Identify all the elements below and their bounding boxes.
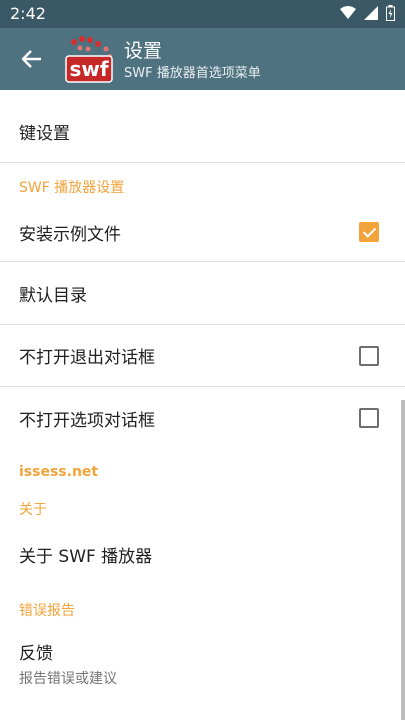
pref-about-swf[interactable]: 关于 SWF 播放器: [0, 529, 405, 579]
pref-key-settings[interactable]: 键设置: [0, 100, 405, 163]
swf-logo-icon: swf: [65, 36, 113, 83]
pref-feedback[interactable]: 反馈 报告错误或建议: [0, 631, 405, 695]
logo-text: swf: [69, 57, 108, 81]
battery-icon: [386, 5, 395, 21]
no-exit-dialog-checkbox[interactable]: [359, 345, 379, 366]
pref-no-options-dialog[interactable]: 不打开选项对话框: [0, 387, 405, 449]
status-time: 2:42: [10, 4, 46, 23]
category-swf-settings: SWF 播放器设置: [0, 163, 405, 203]
pref-key-settings-label: 键设置: [19, 123, 70, 144]
list-top-spacer: [0, 90, 405, 100]
pref-about-swf-label: 关于 SWF 播放器: [19, 546, 153, 567]
status-bar: 2:42: [0, 0, 405, 28]
pref-default-dir-label: 默认目录: [19, 285, 87, 306]
category-error-report-label: 错误报告: [19, 603, 75, 619]
pref-feedback-summary: 报告错误或建议: [19, 670, 117, 687]
category-swf-settings-label: SWF 播放器设置: [19, 180, 125, 196]
pref-default-dir[interactable]: 默认目录: [0, 262, 405, 325]
pref-no-exit-dialog[interactable]: 不打开退出对话框: [0, 325, 405, 387]
pref-install-samples[interactable]: 安装示例文件: [0, 203, 405, 262]
no-options-dialog-checkbox[interactable]: [359, 408, 379, 428]
category-about: 关于: [0, 489, 405, 529]
link-issess-label: issess.net: [19, 464, 99, 480]
link-issess[interactable]: issess.net: [0, 449, 405, 489]
wifi-icon: [340, 6, 356, 19]
preference-list: 键设置 SWF 播放器设置 安装示例文件 默认目录 不打开退出对话框 不打开选项…: [0, 90, 405, 720]
pref-install-samples-label: 安装示例文件: [19, 224, 121, 245]
category-error-report: 错误报告: [0, 579, 405, 631]
install-samples-checkbox[interactable]: [359, 222, 379, 242]
page-title: 设置: [124, 40, 163, 62]
pref-no-options-dialog-label: 不打开选项对话框: [19, 410, 155, 431]
pref-no-exit-dialog-label: 不打开退出对话框: [19, 348, 155, 368]
app-bar: swf 设置 SWF 播放器首选项菜单: [0, 28, 405, 90]
category-about-label: 关于: [19, 502, 47, 518]
scrollbar[interactable]: [401, 400, 405, 720]
arrow-back-icon: [22, 50, 41, 68]
back-button[interactable]: [12, 43, 52, 75]
pref-feedback-label: 反馈: [19, 643, 53, 664]
signal-icon: [364, 6, 378, 20]
page-subtitle: SWF 播放器首选项菜单: [124, 66, 261, 81]
status-icons: [340, 5, 395, 21]
